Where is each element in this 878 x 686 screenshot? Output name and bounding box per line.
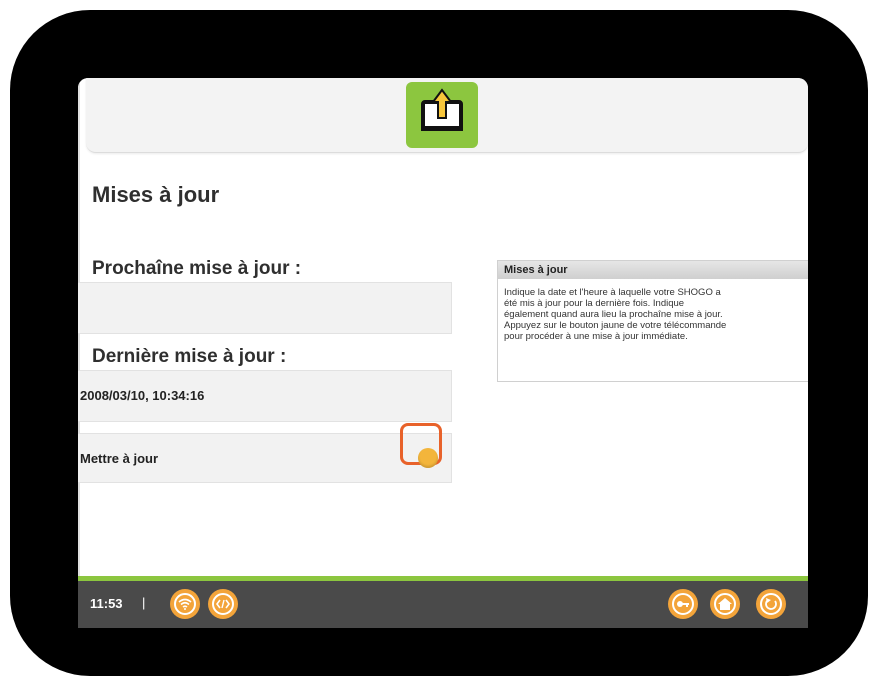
- last-update-value: 2008/03/10, 10:34:16: [80, 388, 205, 403]
- help-line: pour procéder à une mise à jour immédiat…: [504, 331, 688, 342]
- home-icon[interactable]: [710, 589, 740, 619]
- top-bar: [86, 78, 808, 153]
- help-panel: Mises à jour Indique la date et l'heure …: [497, 260, 808, 382]
- update-now-row[interactable]: Mettre à jour: [78, 433, 452, 483]
- back-icon[interactable]: [756, 589, 786, 619]
- update-now-label: Mettre à jour: [80, 451, 159, 466]
- key-icon[interactable]: [668, 589, 698, 619]
- wifi-icon[interactable]: [170, 589, 200, 619]
- help-title: Mises à jour: [498, 261, 808, 279]
- yellow-button-icon[interactable]: [418, 448, 438, 468]
- screen: Mises à jour Prochaîne mise à jour : Der…: [78, 78, 808, 628]
- page-title: Mises à jour: [92, 182, 220, 207]
- clock: 11:53: [90, 596, 123, 611]
- last-update-label: Dernière mise à jour :: [92, 346, 287, 367]
- help-line: également quand aura lieu la prochaîne m…: [504, 309, 723, 320]
- help-body: Indique la date et l'heure à laquelle vo…: [498, 279, 808, 342]
- help-line: Indique la date et l'heure à laquelle vo…: [504, 287, 721, 298]
- next-update-label: Prochaîne mise à jour :: [92, 258, 302, 279]
- help-line: Appuyez sur le bouton jaune de votre tél…: [504, 320, 727, 331]
- code-icon[interactable]: [208, 589, 238, 619]
- status-bar: 11:53 |: [78, 581, 808, 628]
- help-line: été mis à jour pour la dernière fois. In…: [504, 298, 685, 309]
- update-app-icon: [406, 82, 478, 148]
- next-update-field: [78, 282, 452, 334]
- last-update-field: 2008/03/10, 10:34:16: [78, 370, 452, 422]
- separator: |: [142, 595, 146, 610]
